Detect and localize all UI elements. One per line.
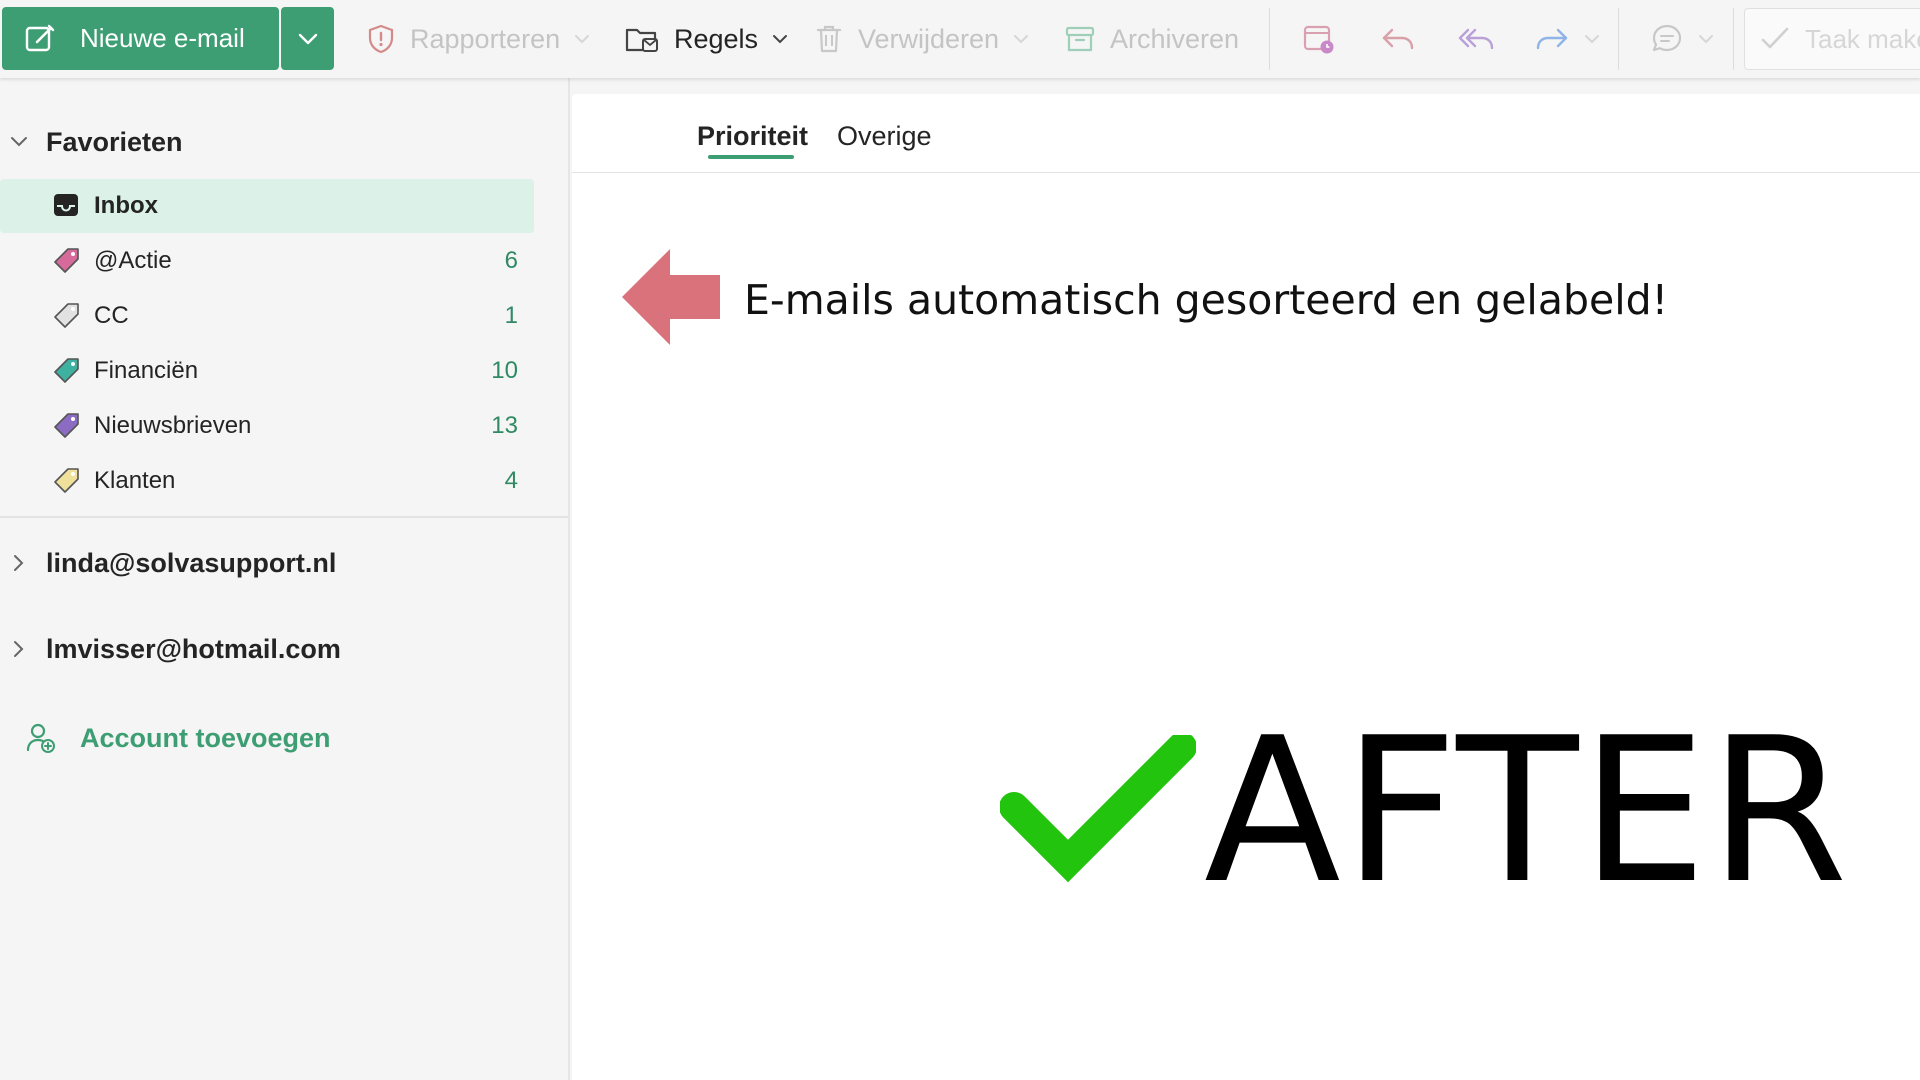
calendar-clock-icon [1303,25,1334,54]
reply-button[interactable] [1380,14,1416,64]
rules-label: Regels [674,23,759,54]
sidebar-item-inbox[interactable]: Inbox [0,179,534,233]
active-tab-indicator [708,155,794,159]
folder-label: Nieuwsbrieven [94,412,252,439]
add-account-button[interactable]: Account toevoegen [26,716,331,760]
tabs-divider [572,172,1920,173]
compose-icon [25,24,55,51]
folder-label: Inbox [94,192,158,219]
create-task-label: Taak make [1805,23,1920,54]
tag-icon [54,358,79,383]
chevron-down-icon [1585,35,1599,44]
archive-icon [1065,26,1095,52]
left-arrow-icon [622,249,720,345]
folder-rules-icon [625,28,658,52]
tag-icon [54,248,79,273]
tab-overige[interactable]: Overige [837,116,932,156]
message-list-pane [572,94,1920,1080]
folder-label: @Actie [94,247,172,274]
sidebar-item-klanten[interactable]: Klanten 4 [0,454,534,508]
inbox-icon [54,194,78,216]
tag-icon [54,413,79,438]
report-button[interactable]: Rapporteren [366,14,590,64]
chevron-down-icon [773,35,788,44]
chevron-down-icon [1699,35,1713,44]
after-label: AFTER [1204,695,1850,928]
unread-count: 10 [491,357,518,384]
schedule-button[interactable] [1302,14,1336,64]
favorites-header[interactable]: Favorieten [0,120,183,164]
reply-icon [1382,28,1414,50]
pane-divider [568,78,570,1080]
delete-button[interactable]: Verwijderen [814,14,1029,64]
folder-label: Klanten [94,467,176,494]
folder-label: Financiën [94,357,199,384]
tab-label: Prioriteit [697,120,809,151]
tab-prioriteit[interactable]: Prioriteit [697,116,808,156]
delete-label: Verwijderen [858,23,1000,54]
account-label: lmvisser@hotmail.com [46,633,341,664]
checkmark-pen-icon [1761,27,1789,49]
forward-icon [1536,28,1568,50]
chevron-down-icon [575,35,590,44]
forward-button[interactable] [1534,14,1600,64]
sidebar-item-financien[interactable]: Financiën 10 [0,344,534,398]
chevron-down-icon [298,33,317,44]
chat-button[interactable] [1650,14,1714,64]
add-account-label: Account toevoegen [80,722,331,753]
account-label: linda@solvasupport.nl [46,547,337,578]
new-mail-dropdown-button[interactable] [281,7,334,70]
checkmark-icon [1000,735,1196,883]
rules-button[interactable]: Regels [624,14,788,64]
create-task-button[interactable]: Taak make [1744,8,1920,70]
unread-count: 1 [504,302,518,329]
toolbar-divider [1618,8,1619,70]
annotation-text: E-mails automatisch gesorteerd en gelabe… [744,276,1669,324]
unread-count: 6 [504,247,518,274]
toolbar-divider [1733,8,1734,70]
archive-button[interactable]: Archiveren [1064,14,1239,64]
shield-icon [368,24,394,54]
chevron-right-icon [14,555,24,571]
chevron-down-icon [1014,35,1029,44]
chat-icon [1652,24,1682,52]
new-mail-button[interactable]: Nieuwe e-mail [2,7,279,70]
reply-all-button[interactable] [1456,14,1496,64]
favorites-label: Favorieten [46,126,183,157]
new-mail-label: Nieuwe e-mail [80,23,245,53]
trash-icon [816,25,842,53]
tab-label: Overige [837,120,932,151]
reply-all-icon [1458,28,1494,50]
sidebar-item-cc[interactable]: CC 1 [0,289,534,343]
chevron-right-icon [14,641,24,657]
chevron-down-icon [11,137,27,147]
sidebar-item-nieuwsbrieven[interactable]: Nieuwsbrieven 13 [0,399,534,453]
report-label: Rapporteren [410,23,561,54]
tag-icon [54,468,79,493]
tag-icon [54,303,79,328]
toolbar: Nieuwe e-mail Rapporteren Regels Verwijd… [0,0,1920,78]
archive-label: Archiveren [1110,23,1240,54]
account-linda[interactable]: linda@solvasupport.nl [0,541,336,585]
add-person-icon [26,723,55,753]
sidebar-divider [0,516,568,518]
unread-count: 4 [504,467,518,494]
folder-label: CC [94,302,129,329]
toolbar-divider [1269,8,1270,70]
unread-count: 13 [491,412,518,439]
account-lmvisser[interactable]: lmvisser@hotmail.com [0,627,341,671]
sidebar-item-actie[interactable]: @Actie 6 [0,234,534,288]
